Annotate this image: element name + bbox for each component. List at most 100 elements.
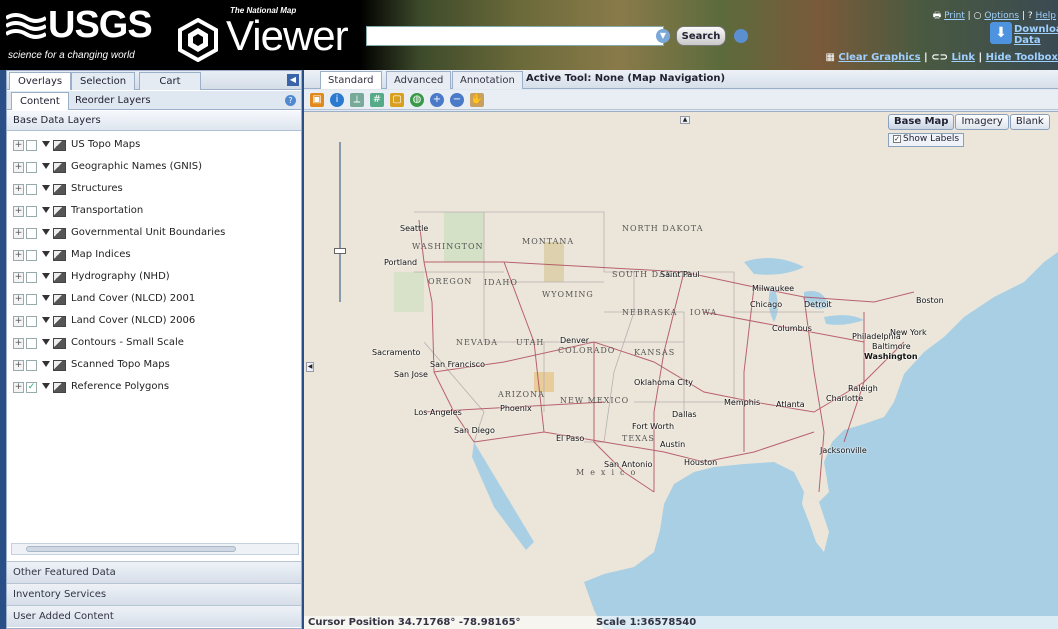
layer-item[interactable]: + Hydrography (NHD) [7,267,301,289]
basemap-blank-button[interactable]: Blank [1009,114,1050,130]
expand-icon[interactable]: + [13,184,24,195]
pan-left-arrow-icon[interactable]: ◀ [306,362,314,372]
layer-menu-arrow-icon[interactable] [42,317,50,323]
layer-checkbox[interactable] [26,206,37,217]
layer-item[interactable]: + Scanned Topo Maps [7,355,301,377]
clear-graphics-link[interactable]: Clear Graphics [838,52,920,63]
search-input[interactable] [366,26,664,46]
layer-menu-arrow-icon[interactable] [42,273,50,279]
tab-advanced[interactable]: Advanced [386,71,452,89]
zoom-thumb[interactable] [334,248,346,254]
pan-up-arrow-icon[interactable]: ▲ [680,116,690,124]
layer-label: Land Cover (NLCD) 2001 [71,293,196,304]
tab-cart[interactable]: Cart [139,72,201,90]
download-data-button[interactable]: ⬇ Download Data [986,22,1058,52]
basemap-imagery-button[interactable]: Imagery [955,114,1009,130]
country-label: Mexico [576,468,642,477]
basemap-base-map-button[interactable]: Base Map [888,114,955,130]
help-link[interactable]: Help [1035,11,1056,21]
tab-annotation[interactable]: Annotation [452,71,523,89]
layer-checkbox[interactable] [26,228,37,239]
layer-menu-arrow-icon[interactable] [42,251,50,257]
city-label: Saint Paul [660,270,700,279]
expand-icon[interactable]: + [13,294,24,305]
layer-checkbox[interactable] [26,184,37,195]
search-button[interactable]: Search [676,26,726,46]
layer-label: Contours - Small Scale [71,337,184,348]
city-label: Baltimore [872,342,911,351]
pan-icon[interactable]: ✋ [470,93,484,107]
layer-checkbox[interactable] [26,294,37,305]
globe-icon[interactable]: ◍ [410,93,424,107]
tab-selection[interactable]: Selection [71,72,136,90]
search-options-icon[interactable] [734,29,748,43]
layer-item[interactable]: + Structures [7,179,301,201]
layer-menu-arrow-icon[interactable] [42,361,50,367]
link-link[interactable]: Link [951,52,975,63]
accordion-other-featured-data[interactable]: Other Featured Data [7,561,301,583]
layer-item[interactable]: + Transportation [7,201,301,223]
zoom-slider[interactable] [334,142,346,302]
layer-checkbox-checked[interactable]: ✓ [26,382,37,393]
search-dropdown-icon[interactable]: ▼ [656,29,670,43]
layer-checkbox[interactable] [26,338,37,349]
scrollbar-thumb[interactable] [26,546,236,552]
expand-icon[interactable]: + [13,250,24,261]
layer-menu-arrow-icon[interactable] [42,185,50,191]
layer-item[interactable]: + Land Cover (NLCD) 2001 [7,289,301,311]
tab-content[interactable]: Content [11,92,69,110]
layer-menu-arrow-icon[interactable] [42,207,50,213]
expand-icon[interactable]: + [13,272,24,283]
show-labels-toggle[interactable]: ✓ Show Labels [888,133,965,147]
layer-checkbox[interactable] [26,140,37,151]
help-icon[interactable]: ? [285,95,296,106]
layer-item[interactable]: + ✓ Reference Polygons [7,377,301,399]
layer-item[interactable]: + Map Indices [7,245,301,267]
expand-icon[interactable]: + [13,140,24,151]
accordion-inventory-services[interactable]: Inventory Services [7,583,301,605]
expand-icon[interactable]: + [13,316,24,327]
layer-menu-arrow-icon[interactable] [42,383,50,389]
expand-icon[interactable]: + [13,382,24,393]
measure-icon[interactable]: ⟂ [350,93,364,107]
full-extent-icon[interactable]: ▣ [310,93,324,107]
horizontal-scrollbar[interactable] [11,543,299,555]
show-labels-checkbox[interactable]: ✓ [893,135,901,143]
usgs-logo[interactable]: USGS science for a changing world [6,4,166,62]
map-canvas[interactable]: NORTH DAKOTA MONTANA WASHINGTON OREGON I… [304,111,1058,629]
layer-menu-arrow-icon[interactable] [42,163,50,169]
layer-menu-arrow-icon[interactable] [42,141,50,147]
zoom-out-icon[interactable]: − [450,93,464,107]
tab-reorder-layers[interactable]: Reorder Layers [67,92,159,110]
expand-icon[interactable]: + [13,206,24,217]
layer-checkbox[interactable] [26,360,37,371]
tab-standard[interactable]: Standard [320,71,382,89]
layer-menu-arrow-icon[interactable] [42,229,50,235]
accordion-user-added-content[interactable]: User Added Content [7,605,301,627]
layer-checkbox[interactable] [26,316,37,327]
layer-checkbox[interactable] [26,162,37,173]
coordinates-icon[interactable]: # [370,93,384,107]
layer-menu-arrow-icon[interactable] [42,295,50,301]
expand-icon[interactable]: + [13,162,24,173]
expand-icon[interactable]: + [13,338,24,349]
layer-menu-arrow-icon[interactable] [42,339,50,345]
layer-checkbox[interactable] [26,272,37,283]
select-area-icon[interactable]: ▢ [390,93,404,107]
tab-overlays[interactable]: Overlays [9,72,72,90]
options-link[interactable]: Options [984,11,1019,21]
layer-item[interactable]: + Land Cover (NLCD) 2006 [7,311,301,333]
expand-icon[interactable]: + [13,360,24,371]
layer-item[interactable]: + Governmental Unit Boundaries [7,223,301,245]
layer-item[interactable]: + Geographic Names (GNIS) [7,157,301,179]
print-link[interactable]: Print [944,11,965,21]
hide-toolbox-link[interactable]: Hide Toolbox [986,52,1058,63]
section-base-data-layers[interactable]: Base Data Layers [7,111,301,131]
identify-icon[interactable]: i [330,93,344,107]
collapse-panel-icon[interactable]: ◀ [287,74,299,86]
zoom-in-icon[interactable]: + [430,93,444,107]
layer-checkbox[interactable] [26,250,37,261]
expand-icon[interactable]: + [13,228,24,239]
layer-item[interactable]: + Contours - Small Scale [7,333,301,355]
layer-item[interactable]: + US Topo Maps [7,135,301,157]
